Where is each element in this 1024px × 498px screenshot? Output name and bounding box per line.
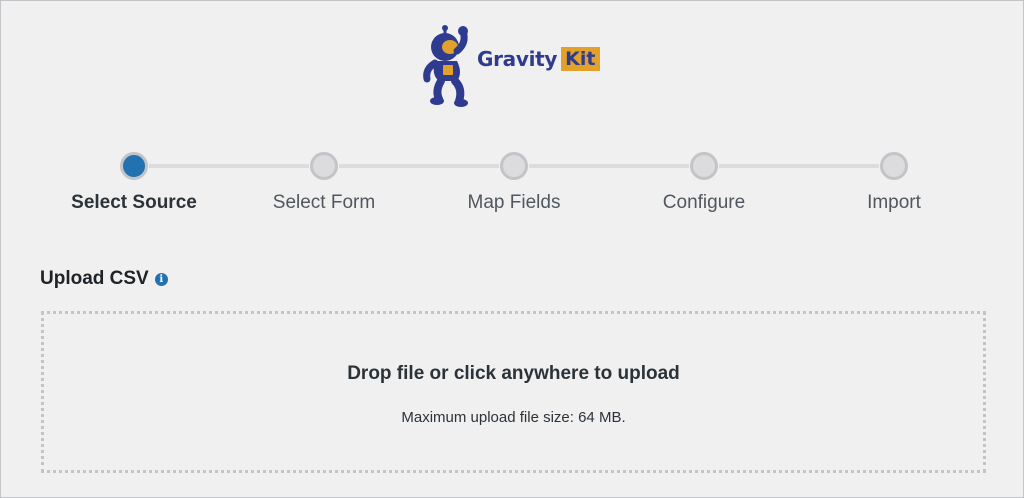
stepper-track-3 [529,164,689,168]
astronaut-icon [423,25,468,107]
dropzone-max-size: Maximum upload file size: 64 MB. [401,409,626,426]
logo-brand-accent: Kit [561,47,600,71]
gravitykit-logo: Gravity Kit [421,25,627,107]
step-dot-map-fields[interactable] [500,152,528,180]
logo-brand-text: Gravity [477,47,558,71]
dropzone-title: Drop file or click anywhere to upload [347,363,680,384]
logo-wordmark: Gravity Kit [477,47,600,71]
step-label-select-source[interactable]: Select Source [44,191,224,215]
import-wizard-panel: Gravity Kit Select Source Select Form Ma… [0,0,1024,498]
step-label-select-form[interactable]: Select Form [234,191,414,215]
stepper-track-2 [339,164,499,168]
step-dot-select-form[interactable] [310,152,338,180]
wizard-stepper: Select Source Select Form Map Fields Con… [1,149,1023,219]
step-label-import[interactable]: Import [804,191,984,215]
step-dot-import[interactable] [880,152,908,180]
step-label-configure[interactable]: Configure [614,191,794,215]
file-dropzone[interactable]: Drop file or click anywhere to upload Ma… [41,311,986,473]
step-label-map-fields[interactable]: Map Fields [424,191,604,215]
step-dot-configure[interactable] [690,152,718,180]
info-icon[interactable]: i [154,272,168,286]
upload-csv-title: Upload CSV [40,268,149,289]
upload-csv-heading: Upload CSV i [40,267,168,291]
stepper-track-1 [149,164,309,168]
stepper-track-4 [719,164,879,168]
step-dot-select-source[interactable] [120,152,148,180]
